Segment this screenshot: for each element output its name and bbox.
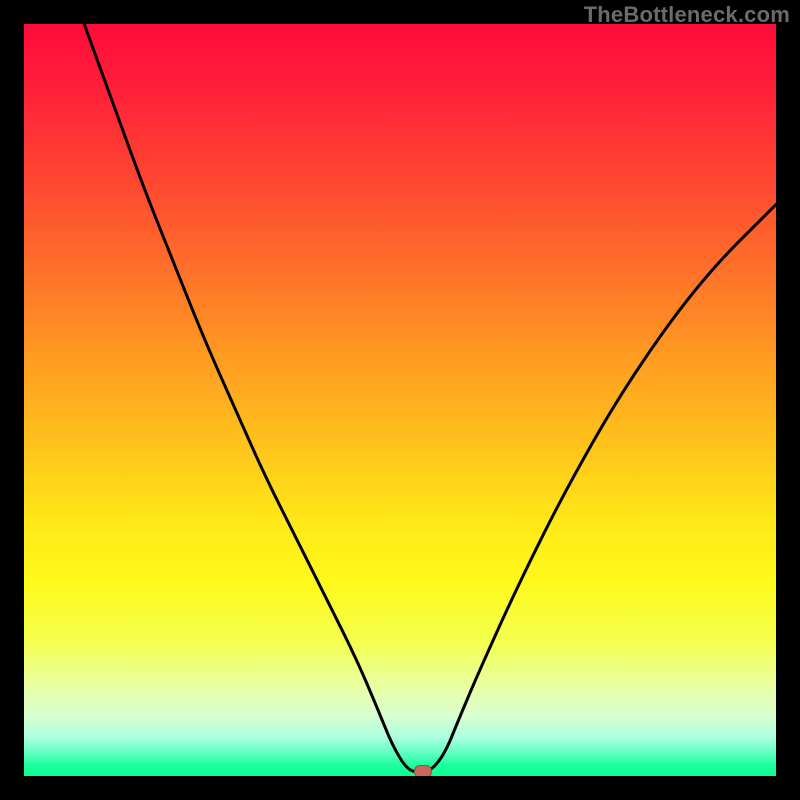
chart-frame: TheBottleneck.com [0,0,800,800]
curve-path [84,24,776,772]
optimal-marker [414,765,432,776]
bottleneck-curve [24,24,776,776]
plot-area [24,24,776,776]
